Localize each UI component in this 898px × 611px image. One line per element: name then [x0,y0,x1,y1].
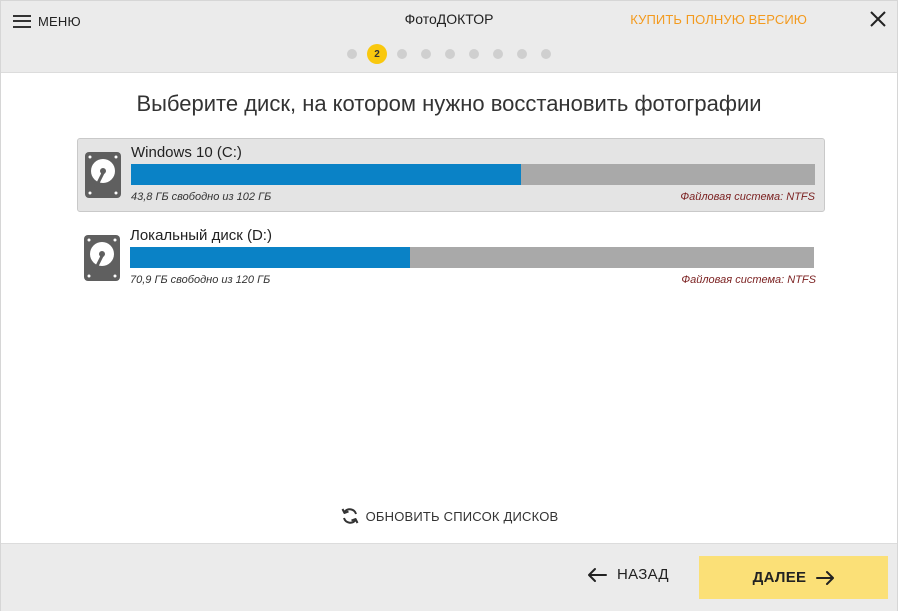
disk-file-system: Файловая система: NTFS [680,191,815,203]
menu-button[interactable]: МЕНЮ [13,11,81,31]
page-title: Выберите диск, на котором нужно восстано… [136,91,762,116]
step-indicator: 2 [1,44,897,64]
arrow-right-icon [816,570,835,585]
hamburger-icon [13,14,31,28]
header: МЕНЮ ФотоДОКТОР КУПИТЬ ПОЛНУЮ ВЕРСИЮ 2 [1,1,897,73]
footer: НАЗАД ДАЛЕЕ [1,543,897,611]
disk-free-space: 70,9 ГБ свободно из 120 ГБ [130,274,271,286]
step-dot [445,49,455,59]
step-dot [421,49,431,59]
disk-usage-bar [130,247,814,268]
step-dot [541,49,551,59]
disk-item-c[interactable]: Windows 10 (C:) 43,8 ГБ свободно из 102 … [77,138,825,212]
disk-name: Локальный диск (D:) [130,227,272,244]
app-window: МЕНЮ ФотоДОКТОР КУПИТЬ ПОЛНУЮ ВЕРСИЮ 2 В… [0,0,898,611]
disk-usage-fill [131,164,521,185]
menu-label: МЕНЮ [38,13,81,29]
step-dot [517,49,527,59]
disk-usage-bar [131,164,815,185]
next-label: ДАЛЕЕ [752,569,807,586]
close-button[interactable] [867,8,889,30]
buy-full-version-link[interactable]: КУПИТЬ ПОЛНУЮ ВЕРСИЮ [630,12,807,27]
hard-drive-icon [84,235,120,281]
back-button[interactable]: НАЗАД [587,566,669,583]
step-dot [469,49,479,59]
refresh-label: ОБНОВИТЬ СПИСОК ДИСКОВ [365,508,559,524]
step-dot [493,49,503,59]
close-icon [870,11,886,27]
disk-file-system: Файловая система: NTFS [681,274,816,286]
refresh-disks-button[interactable]: ОБНОВИТЬ СПИСОК ДИСКОВ [1,506,897,526]
back-label: НАЗАД [617,566,669,583]
next-button[interactable]: ДАЛЕЕ [699,556,888,599]
refresh-icon [341,508,358,524]
disk-free-space: 43,8 ГБ свободно из 102 ГБ [131,191,272,203]
hard-drive-icon [85,152,121,198]
disk-name: Windows 10 (C:) [131,144,242,161]
arrow-left-icon [588,567,607,582]
step-dot-current: 2 [367,44,387,64]
step-dot [347,49,357,59]
step-dot [397,49,407,59]
disk-usage-fill [130,247,411,268]
disk-item-d[interactable]: Локальный диск (D:) 70,9 ГБ свободно из … [77,222,825,296]
